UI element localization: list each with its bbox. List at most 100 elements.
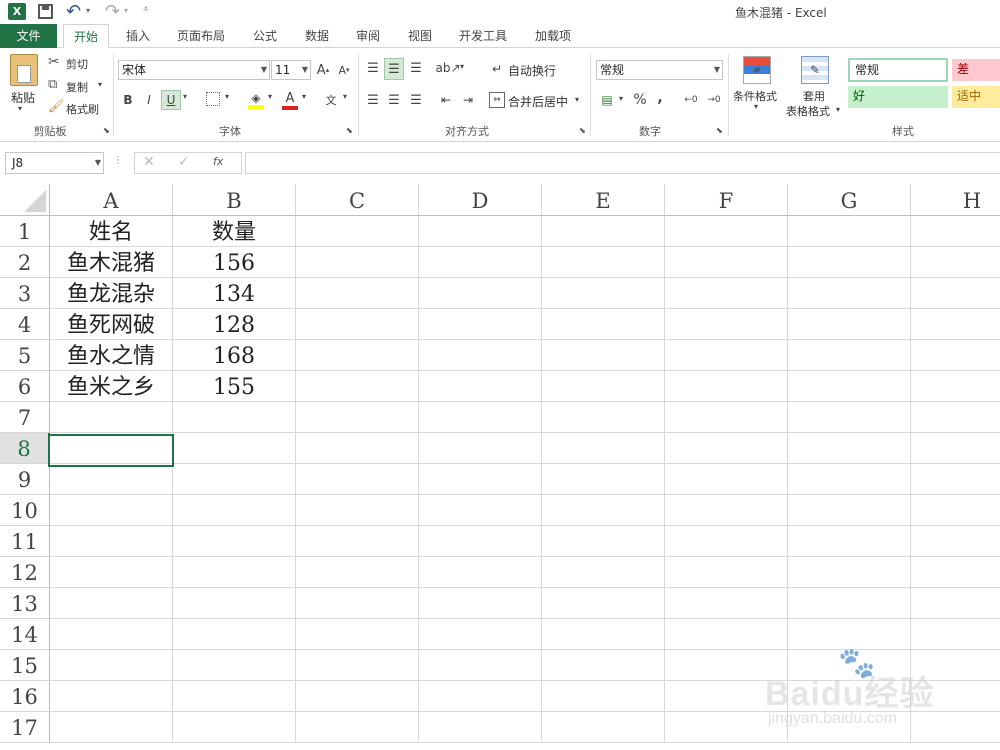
row-header[interactable]: 9 — [0, 464, 50, 495]
cell[interactable] — [50, 464, 173, 495]
cell[interactable] — [173, 619, 296, 650]
cell[interactable] — [665, 495, 788, 526]
cut-label[interactable]: 剪切 — [66, 56, 88, 72]
bold-button[interactable]: B — [120, 90, 136, 110]
redo-icon[interactable]: ↷ — [105, 1, 120, 22]
percent-button[interactable]: % — [632, 90, 648, 110]
cell[interactable] — [296, 464, 419, 495]
redo-dropdown-icon[interactable]: ▾ — [124, 6, 128, 15]
orientation-icon[interactable]: ab↗ — [435, 58, 460, 78]
wrap-text-icon[interactable]: ↵ — [489, 60, 505, 78]
wrap-text-label[interactable]: 自动换行 — [508, 62, 556, 79]
increase-decimal-icon[interactable]: ←0 — [681, 90, 701, 110]
row-header[interactable]: 2 — [0, 247, 50, 278]
cell[interactable] — [542, 681, 665, 712]
copy-label[interactable]: 复制 — [66, 79, 88, 95]
underline-dropdown-icon[interactable]: ▾ — [183, 92, 187, 101]
cut-icon[interactable]: ✂ — [48, 54, 60, 70]
undo-icon[interactable]: ↶ — [66, 1, 81, 22]
cell[interactable] — [542, 495, 665, 526]
tab-developer[interactable]: 开发工具 — [450, 24, 516, 48]
cell[interactable] — [911, 247, 1000, 278]
paste-label[interactable]: 粘贴 — [11, 89, 35, 106]
format-as-table-label-1[interactable]: 套用 — [803, 88, 825, 104]
column-header[interactable]: A — [50, 184, 173, 216]
phonetic-guide-icon[interactable]: 文 — [322, 90, 340, 110]
increase-font-size-icon[interactable]: A ▴ — [315, 60, 331, 80]
cell[interactable] — [296, 433, 419, 464]
cell[interactable] — [911, 402, 1000, 433]
cell[interactable] — [542, 309, 665, 340]
cell[interactable] — [788, 526, 911, 557]
accounting-format-icon[interactable]: ▤ — [598, 90, 616, 110]
cell[interactable] — [50, 681, 173, 712]
border-dropdown-icon[interactable]: ▾ — [225, 92, 229, 101]
cell[interactable] — [911, 557, 1000, 588]
cell[interactable] — [419, 650, 542, 681]
style-neutral[interactable]: 适中 — [952, 86, 1000, 108]
column-header[interactable]: E — [542, 184, 665, 216]
format-painter-label[interactable]: 格式刷 — [66, 101, 99, 117]
insert-function-icon[interactable]: fx — [213, 155, 223, 168]
border-icon[interactable] — [206, 92, 220, 106]
cell[interactable] — [296, 247, 419, 278]
column-header[interactable]: D — [419, 184, 542, 216]
fill-color-dropdown-icon[interactable]: ▾ — [268, 92, 272, 101]
row-header[interactable]: 6 — [0, 371, 50, 402]
align-middle-icon[interactable]: ☰ — [384, 58, 404, 80]
number-launcher-icon[interactable]: ⬊ — [716, 126, 723, 135]
cell[interactable] — [296, 340, 419, 371]
cell[interactable] — [173, 526, 296, 557]
row-header[interactable]: 11 — [0, 526, 50, 557]
cell[interactable] — [788, 216, 911, 247]
italic-button[interactable]: I — [141, 90, 157, 110]
cell[interactable] — [788, 588, 911, 619]
cell[interactable] — [542, 278, 665, 309]
cell[interactable] — [665, 340, 788, 371]
cancel-icon[interactable]: ✕ — [143, 154, 155, 170]
align-top-icon[interactable]: ☰ — [364, 58, 382, 78]
row-header[interactable]: 16 — [0, 681, 50, 712]
format-painter-icon[interactable]: 🖌 — [48, 99, 65, 114]
comma-button[interactable]: , — [655, 88, 665, 108]
cell[interactable] — [419, 464, 542, 495]
cell[interactable] — [419, 309, 542, 340]
orientation-dropdown-icon[interactable]: ▾ — [460, 62, 464, 71]
cell[interactable] — [542, 588, 665, 619]
cell[interactable] — [419, 619, 542, 650]
cell[interactable] — [50, 588, 173, 619]
cell[interactable] — [788, 247, 911, 278]
cell[interactable] — [419, 247, 542, 278]
align-center-icon[interactable]: ☰ — [385, 90, 403, 110]
cell[interactable] — [173, 402, 296, 433]
cell[interactable] — [788, 433, 911, 464]
cell[interactable]: 数量 — [173, 216, 296, 247]
format-as-table-icon[interactable]: ✎ — [801, 56, 829, 84]
cell[interactable] — [788, 340, 911, 371]
cell[interactable] — [542, 650, 665, 681]
font-color-icon[interactable]: A — [281, 90, 299, 110]
cell[interactable] — [50, 619, 173, 650]
cell[interactable] — [419, 216, 542, 247]
cell[interactable] — [911, 495, 1000, 526]
cell[interactable] — [911, 588, 1000, 619]
formula-input[interactable] — [245, 152, 1000, 174]
cell[interactable] — [542, 526, 665, 557]
cell[interactable] — [296, 526, 419, 557]
cell[interactable] — [296, 495, 419, 526]
cell[interactable] — [911, 216, 1000, 247]
cell[interactable] — [542, 433, 665, 464]
merge-center-icon[interactable]: ⇔ — [489, 92, 505, 108]
cell[interactable] — [419, 557, 542, 588]
cell[interactable] — [542, 247, 665, 278]
cell[interactable] — [296, 650, 419, 681]
cell[interactable] — [911, 340, 1000, 371]
cell[interactable] — [542, 340, 665, 371]
cell[interactable] — [788, 309, 911, 340]
row-header[interactable]: 15 — [0, 650, 50, 681]
row-header[interactable]: 12 — [0, 557, 50, 588]
conditional-formatting-dropdown-icon[interactable]: ▾ — [754, 102, 758, 111]
cell[interactable] — [542, 216, 665, 247]
decrease-font-size-icon[interactable]: A ▾ — [336, 60, 352, 80]
cell[interactable] — [911, 371, 1000, 402]
